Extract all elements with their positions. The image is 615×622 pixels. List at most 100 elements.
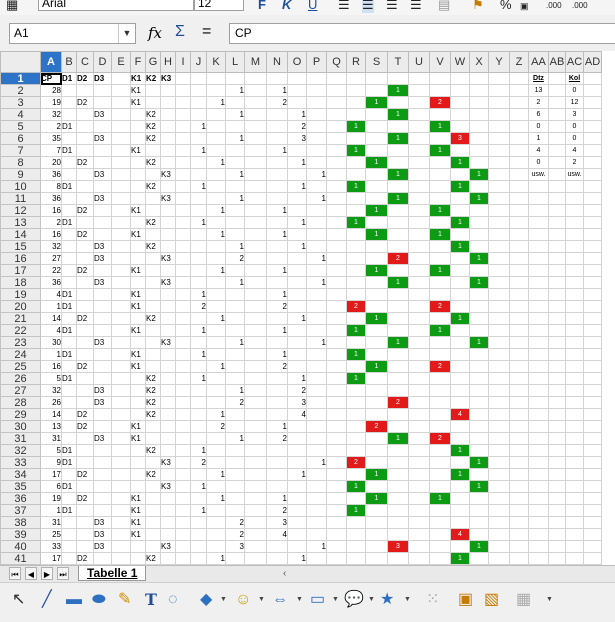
cell-z7[interactable] bbox=[509, 144, 529, 157]
cell-ad32[interactable] bbox=[583, 444, 602, 457]
cell-h37[interactable] bbox=[160, 504, 176, 517]
cell-p40[interactable]: 1 bbox=[306, 540, 327, 553]
cell-e18[interactable] bbox=[111, 276, 131, 289]
cell-m13[interactable] bbox=[244, 216, 267, 229]
cell-w2[interactable] bbox=[450, 84, 470, 97]
cell-p38[interactable] bbox=[306, 516, 327, 529]
cell-d4[interactable]: D3 bbox=[93, 108, 112, 121]
cell-ad5[interactable] bbox=[583, 120, 602, 133]
cell-t28[interactable]: 2 bbox=[387, 396, 409, 409]
cell-ac6[interactable]: 0 bbox=[565, 132, 584, 145]
cell-b29[interactable] bbox=[61, 408, 77, 421]
cell-f15[interactable] bbox=[130, 240, 146, 253]
cell-l6[interactable]: 1 bbox=[225, 132, 245, 145]
row-header[interactable]: 11 bbox=[0, 192, 41, 205]
cell-aa6[interactable]: 1 bbox=[528, 132, 549, 145]
cell-ad2[interactable] bbox=[583, 84, 602, 97]
cell-i13[interactable] bbox=[175, 216, 191, 229]
cell-u35[interactable] bbox=[408, 480, 430, 493]
cell-y34[interactable] bbox=[488, 468, 510, 481]
cell-aa27[interactable] bbox=[528, 384, 549, 397]
cell-f19[interactable]: K1 bbox=[130, 288, 146, 301]
cell-u21[interactable] bbox=[408, 312, 430, 325]
cell-ac31[interactable] bbox=[565, 432, 584, 445]
cell-j22[interactable]: 1 bbox=[190, 324, 207, 337]
cell-m17[interactable] bbox=[244, 264, 267, 277]
cell-d33[interactable] bbox=[93, 456, 112, 469]
cell-z1[interactable] bbox=[509, 72, 529, 85]
cell-v3[interactable]: 2 bbox=[429, 96, 451, 109]
cell-x33[interactable]: 1 bbox=[469, 456, 489, 469]
cell-m27[interactable] bbox=[244, 384, 267, 397]
cell-m1[interactable] bbox=[244, 72, 267, 85]
cell-i23[interactable] bbox=[175, 336, 191, 349]
cell-ac32[interactable] bbox=[565, 444, 584, 457]
cell-e20[interactable] bbox=[111, 300, 131, 313]
cell-a16[interactable]: 27 bbox=[40, 252, 62, 265]
cell-z24[interactable] bbox=[509, 348, 529, 361]
cell-e25[interactable] bbox=[111, 360, 131, 373]
cell-c27[interactable] bbox=[76, 384, 94, 397]
cell-k30[interactable]: 2 bbox=[206, 420, 226, 433]
cell-v29[interactable] bbox=[429, 408, 451, 421]
cell-k23[interactable] bbox=[206, 336, 226, 349]
cell-m39[interactable] bbox=[244, 528, 267, 541]
cell-o2[interactable] bbox=[287, 84, 307, 97]
cell-n31[interactable]: 2 bbox=[266, 432, 288, 445]
cell-z13[interactable] bbox=[509, 216, 529, 229]
cell-h22[interactable] bbox=[160, 324, 176, 337]
cell-l24[interactable] bbox=[225, 348, 245, 361]
cell-g8[interactable]: K2 bbox=[145, 156, 161, 169]
cell-b6[interactable] bbox=[61, 132, 77, 145]
cell-i9[interactable] bbox=[175, 168, 191, 181]
cell-t33[interactable] bbox=[387, 456, 409, 469]
cell-ac7[interactable]: 4 bbox=[565, 144, 584, 157]
cell-t15[interactable] bbox=[387, 240, 409, 253]
cell-e34[interactable] bbox=[111, 468, 131, 481]
cell-o25[interactable] bbox=[287, 360, 307, 373]
cell-v34[interactable] bbox=[429, 468, 451, 481]
cell-g14[interactable] bbox=[145, 228, 161, 241]
cell-f17[interactable]: K1 bbox=[130, 264, 146, 277]
cell-g9[interactable] bbox=[145, 168, 161, 181]
cell-r38[interactable] bbox=[346, 516, 366, 529]
cell-e41[interactable] bbox=[111, 552, 131, 565]
cell-g29[interactable]: K2 bbox=[145, 408, 161, 421]
cell-t41[interactable] bbox=[387, 552, 409, 565]
cell-aa23[interactable] bbox=[528, 336, 549, 349]
cell-k17[interactable]: 1 bbox=[206, 264, 226, 277]
cell-w29[interactable]: 4 bbox=[450, 408, 470, 421]
cell-j41[interactable] bbox=[190, 552, 207, 565]
cell-v28[interactable] bbox=[429, 396, 451, 409]
cell-p30[interactable] bbox=[306, 420, 327, 433]
cell-z18[interactable] bbox=[509, 276, 529, 289]
cell-g36[interactable] bbox=[145, 492, 161, 505]
cell-j36[interactable] bbox=[190, 492, 207, 505]
cell-ac12[interactable] bbox=[565, 204, 584, 217]
cell-e14[interactable] bbox=[111, 228, 131, 241]
cell-v38[interactable] bbox=[429, 516, 451, 529]
first-sheet-icon[interactable]: ⏮ bbox=[9, 567, 21, 580]
cell-u22[interactable] bbox=[408, 324, 430, 337]
cell-t38[interactable] bbox=[387, 516, 409, 529]
cell-e3[interactable] bbox=[111, 96, 131, 109]
cell-n38[interactable]: 3 bbox=[266, 516, 288, 529]
cell-r16[interactable] bbox=[346, 252, 366, 265]
cell-c36[interactable]: D2 bbox=[76, 492, 94, 505]
cell-s5[interactable] bbox=[365, 120, 388, 133]
cell-s15[interactable] bbox=[365, 240, 388, 253]
cell-q27[interactable] bbox=[326, 384, 347, 397]
align-center-icon[interactable]: ☰ bbox=[362, 0, 374, 13]
cell-v39[interactable] bbox=[429, 528, 451, 541]
cell-y24[interactable] bbox=[488, 348, 510, 361]
cell-i28[interactable] bbox=[175, 396, 191, 409]
cell-t17[interactable] bbox=[387, 264, 409, 277]
cell-g13[interactable]: K2 bbox=[145, 216, 161, 229]
cell-ad33[interactable] bbox=[583, 456, 602, 469]
cell-j26[interactable]: 1 bbox=[190, 372, 207, 385]
row-header[interactable]: 14 bbox=[0, 228, 41, 241]
cell-b34[interactable] bbox=[61, 468, 77, 481]
cell-r8[interactable] bbox=[346, 156, 366, 169]
cell-p37[interactable] bbox=[306, 504, 327, 517]
cell-d31[interactable]: D3 bbox=[93, 432, 112, 445]
